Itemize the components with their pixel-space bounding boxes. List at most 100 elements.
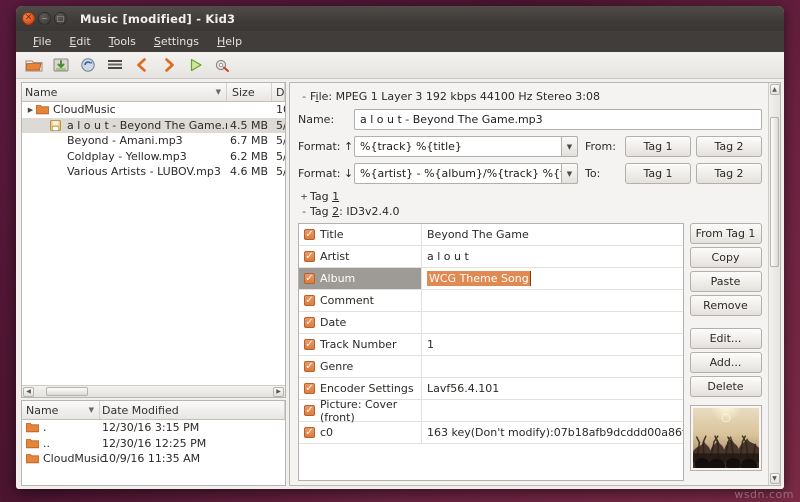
tag-value-label[interactable]: Beyond The Game [427, 228, 529, 241]
file-name-label: a l o u t - Beyond The Game.mp3 [67, 119, 227, 132]
main-split: Name ▼ Size Da ▶CloudMusic10a l o u t - … [16, 79, 784, 489]
scroll-left-icon[interactable]: ◀ [23, 387, 34, 397]
from-tag2-button[interactable]: Tag 2 [696, 136, 762, 157]
column-header-name[interactable]: Name ▼ [22, 83, 227, 101]
chevron-down-icon[interactable]: ▼ [561, 136, 578, 157]
close-icon: ✕ [23, 13, 34, 24]
minimize-button[interactable]: − [38, 12, 51, 25]
tag-row[interactable]: TitleBeyond The Game [299, 224, 683, 246]
format-down-input[interactable]: %{artist} - %{album}/%{track} %{title} [354, 163, 561, 184]
file-list-hscrollbar[interactable]: ◀ ▶ [22, 385, 285, 397]
menu-file[interactable]: File [24, 33, 60, 50]
file-section-toggle-icon[interactable]: - [298, 90, 310, 103]
tag-value-label[interactable]: a l o u t [427, 250, 469, 263]
tag-row[interactable]: c0 163 key(Don't modify):07b18afb9dcddd00… [299, 422, 683, 444]
file-list-rows: ▶CloudMusic10a l o u t - Beyond The Game… [22, 102, 285, 385]
file-list-row[interactable]: Coldplay - Yellow.mp36.2 MB5/ [22, 149, 285, 165]
remove-button[interactable]: Remove [690, 295, 762, 316]
paste-button[interactable]: Paste [690, 271, 762, 292]
tag-field-checkbox[interactable] [304, 405, 315, 416]
maximize-button[interactable]: □ [54, 12, 67, 25]
format-up-combo[interactable]: %{track} %{title} ▼ [354, 136, 578, 157]
scroll-right-icon[interactable]: ▶ [273, 387, 284, 397]
tag-field-checkbox[interactable] [304, 317, 315, 328]
right-column: - File: MPEG 1 Layer 3 192 kbps 44100 Hz… [288, 79, 784, 489]
directory-list-row[interactable]: ..12/30/16 12:25 PM [22, 436, 285, 452]
tag-pane-vscrollbar[interactable]: ▲ ▼ [768, 83, 780, 485]
directory-list-row[interactable]: CloudMusic10/9/16 11:35 AM [22, 451, 285, 467]
file-list-row[interactable]: Various Artists - LUBOV.mp34.6 MB5/ [22, 164, 285, 180]
previous-icon[interactable] [130, 54, 154, 76]
vscroll-thumb[interactable] [770, 117, 779, 267]
tag-field-checkbox[interactable] [304, 427, 315, 438]
add-button[interactable]: Add... [690, 352, 762, 373]
tag-field-checkbox[interactable] [304, 361, 315, 372]
filename-input[interactable]: a l o u t - Beyond The Game.mp3 [354, 109, 762, 130]
from-tag1-button[interactable]: Tag 1 [625, 136, 691, 157]
scroll-down-icon[interactable]: ▼ [770, 473, 780, 484]
tag-field-checkbox[interactable] [304, 383, 315, 394]
dir-column-header-name[interactable]: Name ▼ [22, 401, 100, 419]
edit-button[interactable]: Edit... [690, 328, 762, 349]
to-tag1-button[interactable]: Tag 1 [625, 163, 691, 184]
tag-row[interactable]: Date [299, 312, 683, 334]
tag-field-checkbox[interactable] [304, 273, 315, 284]
tag-row[interactable]: Artista l o u t [299, 246, 683, 268]
menu-tools[interactable]: Tools [100, 33, 145, 50]
tag-row[interactable]: Picture: Cover (front) [299, 400, 683, 422]
tag-value-label[interactable]: 163 key(Don't modify):07b18afb9dcddd00a8… [427, 426, 683, 439]
menu-edit[interactable]: Edit [60, 33, 99, 50]
scroll-thumb[interactable] [46, 387, 88, 396]
file-info-section[interactable]: - File: MPEG 1 Layer 3 192 kbps 44100 Hz… [298, 90, 762, 103]
list-icon[interactable] [103, 54, 127, 76]
tag-field-label: Picture: Cover (front) [320, 398, 421, 424]
file-list-row[interactable]: ▶CloudMusic10 [22, 102, 285, 118]
tag1-section[interactable]: + Tag 1 [298, 190, 762, 203]
play-icon[interactable] [184, 54, 208, 76]
tag-field-checkbox[interactable] [304, 339, 315, 350]
column-header-date[interactable]: Da [272, 83, 285, 101]
tag2-toggle-icon[interactable]: - [298, 205, 310, 218]
tag-row[interactable]: Genre [299, 356, 683, 378]
delete-button[interactable]: Delete [690, 376, 762, 397]
file-list-row[interactable]: a l o u t - Beyond The Game.mp34.5 MB5/ [22, 118, 285, 134]
format-up-input[interactable]: %{track} %{title} [354, 136, 561, 157]
tag-value-editor[interactable]: WCG Theme Song [427, 271, 531, 286]
tag-field-checkbox[interactable] [304, 229, 315, 240]
scroll-up-icon[interactable]: ▲ [770, 84, 780, 95]
tag-row[interactable]: Comment [299, 290, 683, 312]
file-date-label: 5/ [272, 119, 285, 132]
menu-help[interactable]: Help [208, 33, 251, 50]
tag-field-checkbox[interactable] [304, 251, 315, 262]
tag2-label: Tag 2: [310, 205, 346, 218]
tag-value-label[interactable]: 1 [427, 338, 434, 351]
next-icon[interactable] [157, 54, 181, 76]
chevron-down-icon[interactable]: ▼ [561, 163, 578, 184]
tag-value-label[interactable]: Lavf56.4.101 [427, 382, 499, 395]
from-tag-1-button[interactable]: From Tag 1 [690, 223, 762, 244]
dir-column-header-name-label: Name [26, 404, 58, 417]
to-tag2-button[interactable]: Tag 2 [696, 163, 762, 184]
file-name-label: Coldplay - Yellow.mp3 [67, 150, 187, 163]
revert-icon[interactable] [76, 54, 100, 76]
expand-icon[interactable]: ▶ [25, 106, 36, 114]
tag-row[interactable]: Track Number1 [299, 334, 683, 356]
format-down-combo[interactable]: %{artist} - %{album}/%{track} %{title} ▼ [354, 163, 578, 184]
tag-field-checkbox[interactable] [304, 295, 315, 306]
dir-date-label: 12/30/16 12:25 PM [100, 437, 285, 450]
tools-icon[interactable] [211, 54, 235, 76]
tag-field-label: c0 [320, 426, 333, 439]
save-icon[interactable] [49, 54, 73, 76]
file-list-row[interactable]: Beyond - Amani.mp36.7 MB5/ [22, 133, 285, 149]
album-cover-thumbnail[interactable] [690, 405, 762, 471]
menu-settings[interactable]: Settings [145, 33, 208, 50]
copy-button[interactable]: Copy [690, 247, 762, 268]
tag-row[interactable]: AlbumWCG Theme Song [299, 268, 683, 290]
close-button[interactable]: ✕ [22, 12, 35, 25]
column-header-size[interactable]: Size [227, 83, 272, 101]
open-folder-icon[interactable] [22, 54, 46, 76]
dir-column-header-date[interactable]: Date Modified [100, 401, 285, 419]
directory-list-row[interactable]: .12/30/16 3:15 PM [22, 420, 285, 436]
tag1-toggle-icon[interactable]: + [298, 190, 310, 203]
tag2-section[interactable]: - Tag 2: ID3v2.4.0 [298, 205, 762, 218]
